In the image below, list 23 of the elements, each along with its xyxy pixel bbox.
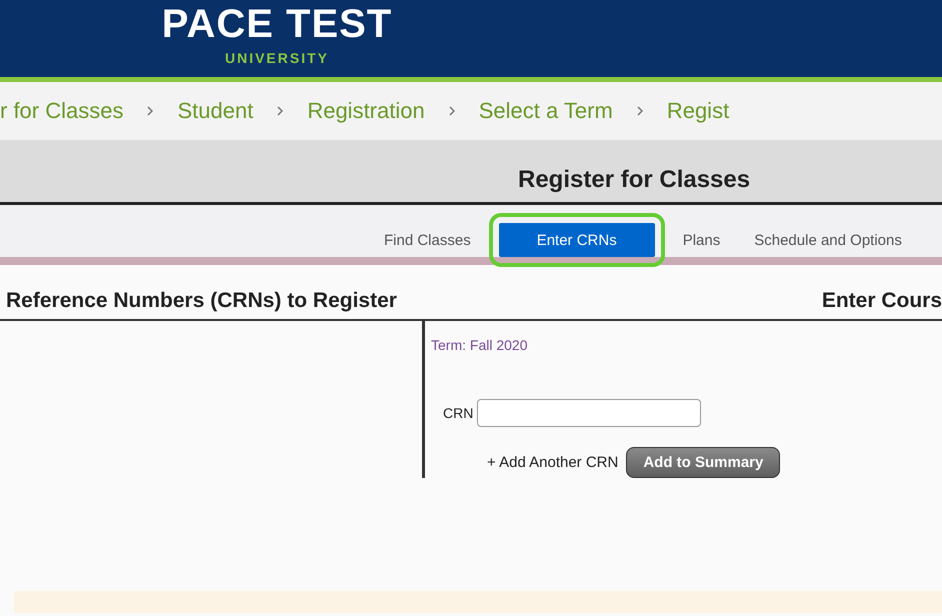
chevron-icon <box>277 106 284 116</box>
crn-label: CRN <box>443 405 474 421</box>
tab[interactable]: Plans <box>676 224 726 257</box>
section-heading: Enter Cours <box>822 289 942 313</box>
breadcrumb-link[interactable]: r for Classes <box>0 98 124 124</box>
university-logo-title: PACE TEST <box>162 2 392 46</box>
add-to-summary-button[interactable]: Add to Summary <box>626 447 780 478</box>
university-logo-subtitle: UNIVERSITY <box>224 50 329 66</box>
chevron-icon <box>147 106 154 116</box>
tab[interactable]: Schedule and Options <box>748 224 908 257</box>
chevron-icon <box>636 106 643 116</box>
crn-input-field[interactable] <box>477 399 702 427</box>
tab[interactable]: Find Classes <box>378 224 477 257</box>
breadcrumb-link[interactable]: Student <box>177 98 254 124</box>
term-label: Term: Fall 2020 <box>431 337 528 353</box>
add-crn-link[interactable]: + Add Another CRN <box>487 454 618 471</box>
breadcrumb-link[interactable]: Regist <box>666 98 730 124</box>
tab[interactable]: Enter CRNs <box>498 223 655 257</box>
breadcrumb-link[interactable]: Registration <box>307 98 425 124</box>
section-heading: Reference Numbers (CRNs) to Register <box>6 289 397 313</box>
breadcrumb-link[interactable]: Select a Term <box>478 98 613 124</box>
page-title: Register for Classes <box>518 166 750 194</box>
chevron-icon <box>448 106 455 116</box>
